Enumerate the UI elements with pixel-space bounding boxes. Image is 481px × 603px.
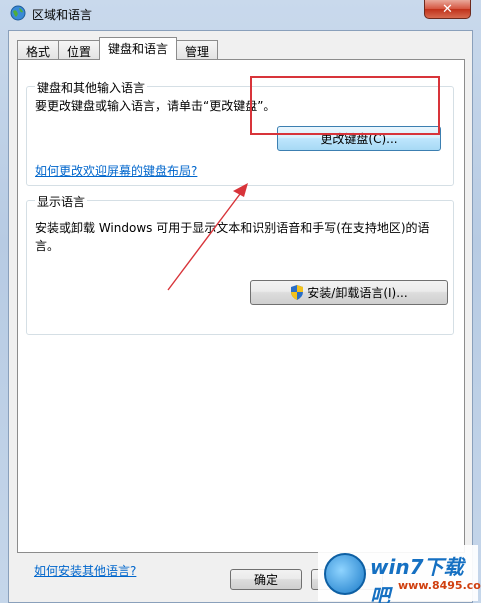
ok-button[interactable]: 确定: [230, 569, 302, 590]
tab-formats[interactable]: 格式: [17, 40, 60, 60]
change-keyboard-label: 更改键盘(C)...: [320, 132, 398, 146]
window-title: 区域和语言: [32, 8, 93, 22]
close-button[interactable]: ✕: [424, 0, 471, 19]
dialog-client-area: 格式 位置 键盘和语言 管理 键盘和其他输入语言 要更改键盘或输入语言，请单击“…: [8, 30, 473, 603]
watermark-logo-icon: [324, 553, 366, 595]
uac-shield-icon: [291, 285, 304, 300]
tab-administrative[interactable]: 管理: [176, 40, 219, 60]
tab-location[interactable]: 位置: [58, 40, 101, 60]
site-watermark: win7下载吧 www.8495.com: [318, 545, 481, 603]
welcome-screen-keyboard-link[interactable]: 如何更改欢迎屏幕的键盘布局?: [35, 162, 197, 179]
display-description-line1: 安装或卸载 Windows 可用于显示文本和识别语音和手写(在支持地区)的语: [35, 221, 430, 235]
display-language-group: 显示语言 安装或卸载 Windows 可用于显示文本和识别语音和手写(在支持地区…: [26, 193, 454, 335]
display-group-legend: 显示语言: [35, 193, 88, 210]
install-other-languages-link[interactable]: 如何安装其他语言?: [34, 562, 136, 579]
tab-strip: 格式 位置 键盘和语言 管理: [17, 37, 219, 60]
watermark-brand: win7下载吧: [370, 555, 464, 603]
title-bar: 区域和语言 ✕: [0, 0, 481, 28]
watermark-url: www.8495.com: [398, 579, 481, 592]
tab-panel: 键盘和其他输入语言 要更改键盘或输入语言，请单击“更改键盘”。 更改键盘(C).…: [17, 59, 465, 578]
install-uninstall-label: 安装/卸载语言(I)...: [307, 286, 408, 300]
globe-icon: [10, 5, 26, 21]
keyboard-description: 要更改键盘或输入语言，请单击“更改键盘”。: [35, 99, 276, 113]
keyboard-group-legend: 键盘和其他输入语言: [35, 79, 148, 96]
keyboard-group: 键盘和其他输入语言 要更改键盘或输入语言，请单击“更改键盘”。 更改键盘(C).…: [26, 79, 454, 186]
close-icon: ✕: [442, 1, 453, 17]
ok-label: 确定: [253, 573, 278, 587]
tab-keyboards-languages[interactable]: 键盘和语言: [99, 37, 178, 60]
install-uninstall-languages-button[interactable]: 安装/卸载语言(I)...: [250, 280, 448, 305]
display-description-line2: 言。: [35, 239, 60, 253]
change-keyboard-button[interactable]: 更改键盘(C)...: [277, 126, 441, 151]
